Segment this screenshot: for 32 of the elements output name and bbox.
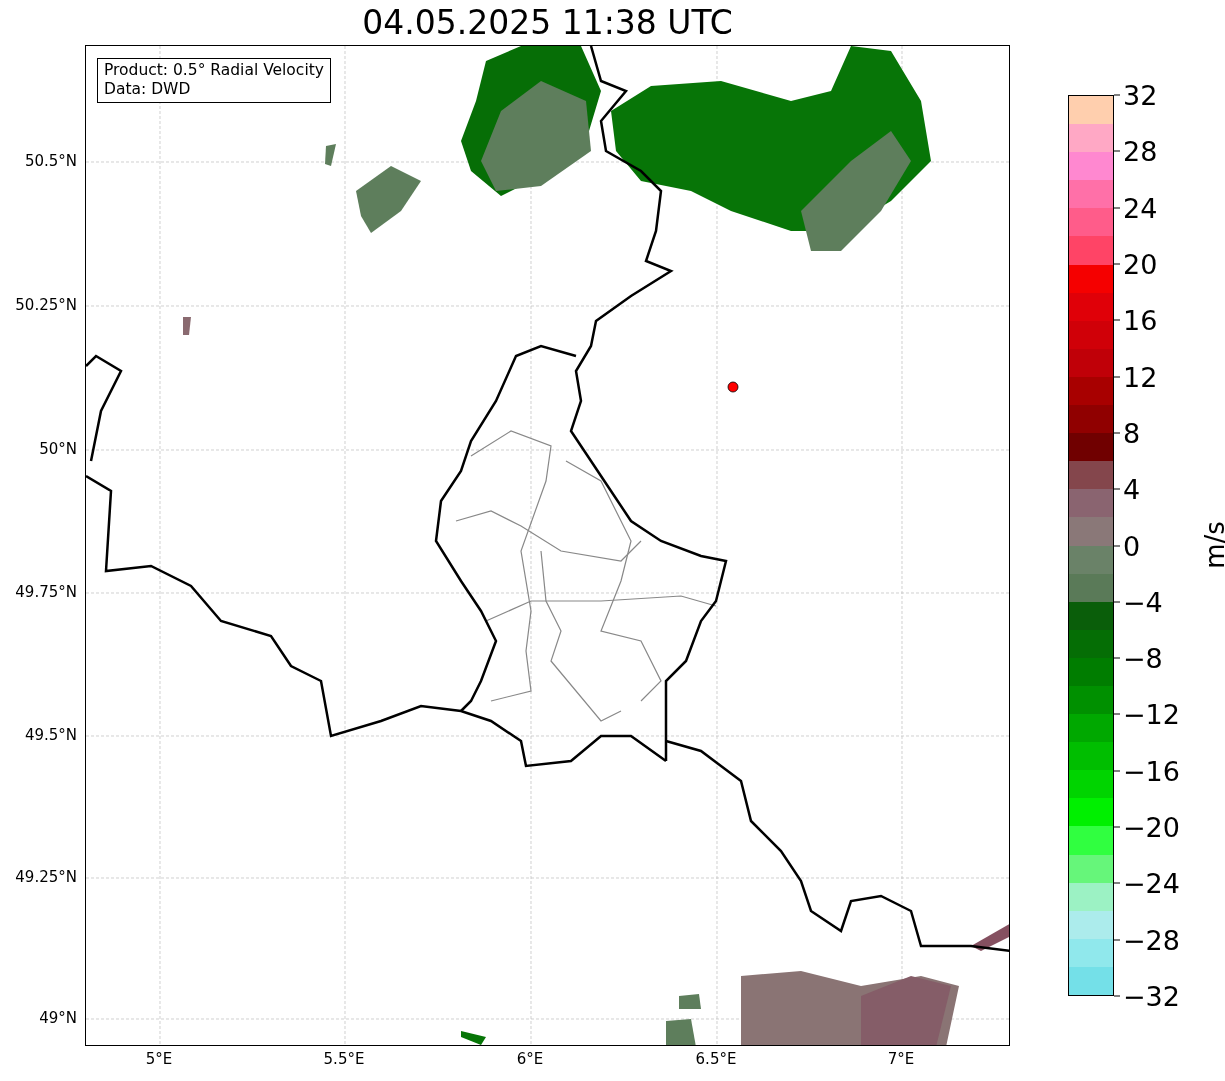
colorbar-tick-label: 32	[1114, 79, 1158, 111]
colorbar-tick-label: 0	[1114, 530, 1141, 561]
chart-title: 04.05.2025 11:38 UTC	[362, 3, 733, 44]
longitude-label: 5.5°E	[323, 1050, 365, 1068]
latitude-label: 49.75°N	[15, 583, 77, 601]
longitude-label: 6°E	[516, 1050, 544, 1068]
latitude-label: 49.25°N	[15, 868, 77, 886]
info-text: Product: 0.5° Radial Velocity	[104, 61, 324, 80]
colorbar-tick-label: −24	[1114, 867, 1180, 899]
colorbar-tick-label: 4	[1114, 473, 1141, 505]
latitude-label: 50.5°N	[24, 152, 77, 170]
longitude-label: 6.5°E	[695, 1050, 737, 1068]
colorbar-tick-label: −4	[1114, 586, 1163, 618]
colorbar-tick-label: 20	[1114, 248, 1158, 280]
colorbar-tick-label: 12	[1114, 361, 1158, 393]
colorbar-tick-label: 16	[1114, 304, 1158, 336]
colorbar-tick-label: −8	[1114, 642, 1163, 674]
latitude-label: 49.5°N	[24, 726, 77, 744]
colorbar-tick-label: −28	[1114, 924, 1180, 956]
info-text: Data: DWD	[104, 80, 192, 99]
longitude-label: 7°E	[887, 1050, 915, 1068]
latitude-label: 50°N	[39, 440, 77, 458]
longitude-label: 5°E	[145, 1050, 173, 1068]
colorbar-tick-label: 8	[1114, 417, 1141, 449]
colorbar-tick-label: 28	[1114, 135, 1158, 167]
latitude-label: 50.25°N	[15, 296, 77, 314]
colorbar-tick-label: −16	[1114, 755, 1180, 787]
colorbar-tick-label: −12	[1114, 698, 1180, 730]
colorbar-tick-label: 24	[1114, 192, 1158, 224]
latitude-label: 49°N	[39, 1009, 77, 1027]
colorbar-tick-label: −20	[1114, 811, 1180, 843]
colorbar-tick-label: −32	[1114, 980, 1180, 1012]
